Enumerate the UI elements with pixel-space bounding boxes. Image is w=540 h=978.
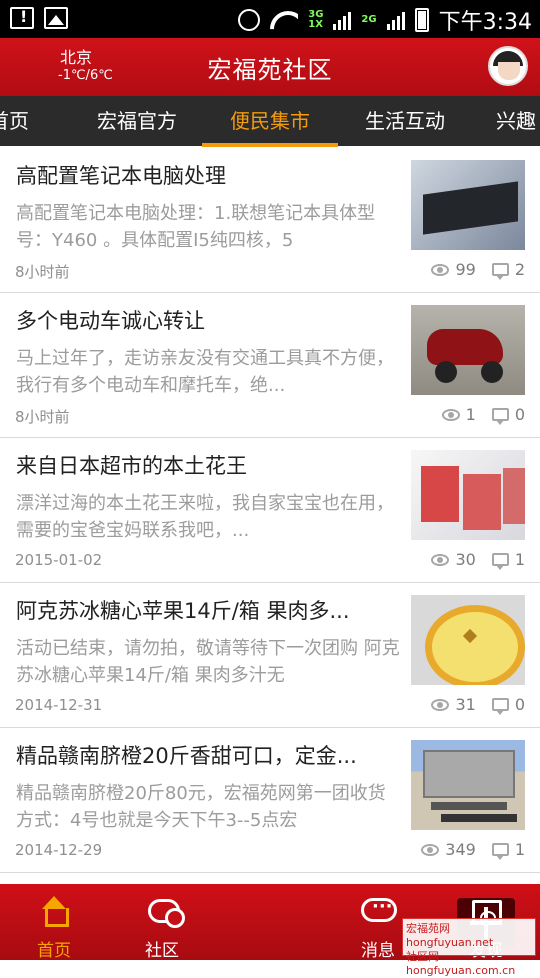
post-description: 马上过年了，走访亲友没有交通工具真不方便，我行有多个电动车和摩托车，绝... [16, 348, 394, 396]
boxes-image[interactable] [411, 450, 525, 540]
post-description: 漂洋过海的本土花王来啦，我自家宝宝也在用，需要的宝爸宝妈联系我吧，... [16, 493, 394, 541]
post-stats: 30 1 [431, 550, 525, 570]
post-stats: 1 0 [441, 405, 525, 425]
tab-home[interactable]: 首页 [0, 96, 39, 146]
post-title[interactable]: 高配置笔记本电脑处理 [16, 160, 396, 190]
view-count: 99 [455, 260, 476, 279]
post-title[interactable]: 多个电动车诚心转让 [16, 305, 396, 335]
street-image[interactable] [411, 740, 525, 830]
comment-icon [491, 698, 509, 715]
list-item[interactable]: 阿克苏冰糖心苹果14斤/箱 果肉多... 活动已结束，请勿拍，敬请等待下一次团购… [0, 583, 540, 728]
list-item[interactable]: 精品赣南脐橙20斤香甜可口，定金... 精品赣南脐橙20斤80元，宏福苑网第一团… [0, 728, 540, 873]
post-list[interactable]: 高配置笔记本电脑处理 高配置笔记本电脑处理：1.联想笔记本具体型号：Y460 。… [0, 148, 540, 884]
signal-icon-2 [386, 10, 405, 30]
post-title[interactable]: 阿克苏冰糖心苹果14斤/箱 果肉多... [16, 595, 396, 625]
image-icon [44, 7, 68, 29]
eye-icon [421, 843, 440, 856]
tab-market[interactable]: 便民集市 [202, 96, 338, 146]
comment-icon [491, 408, 509, 425]
status-bar: 3G 1X 2G 下午3:34 [0, 0, 540, 38]
tab-interest[interactable]: 兴趣 [486, 96, 540, 146]
comment-count: 0 [514, 695, 525, 714]
comment-icon [491, 553, 509, 570]
comment-icon [491, 263, 509, 280]
post-description: 活动已结束，请勿拍，敬请等待下一次团购 阿克苏冰糖心苹果14斤/箱 果肉多汁无 [16, 638, 400, 686]
wifi-icon [270, 9, 298, 31]
post-description: 高配置笔记本电脑处理：1.联想笔记本具体型号：Y460 。具体配置I5纯四核，5 [16, 203, 376, 251]
chat-bubbles-icon [148, 899, 185, 928]
post-date: 8小时前 [15, 408, 70, 426]
eye-icon [441, 408, 460, 421]
home-icon [39, 896, 69, 927]
nav-home-label: 首页 [37, 941, 71, 961]
nav-add[interactable] [216, 884, 515, 960]
battery-icon [414, 8, 429, 32]
eye-icon [431, 263, 450, 276]
category-tabs: 首页 宏福官方 便民集市 生活互动 兴趣 [0, 96, 540, 146]
nav-community[interactable]: 社区 [108, 884, 216, 961]
post-date: 2014-12-31 [15, 696, 103, 714]
tab-interaction[interactable]: 生活互动 [350, 96, 460, 146]
comment-icon [491, 843, 509, 860]
nav-home[interactable]: 首页 [0, 884, 108, 961]
post-description: 精品赣南脐橙20斤80元，宏福苑网第一团收货方式：4号也就是今天下午3--5点宏 [16, 783, 386, 831]
eye-icon [431, 553, 450, 566]
post-stats: 349 1 [421, 840, 525, 860]
app-header: 北京 -1℃/6℃ 宏福苑社区 [0, 38, 540, 96]
avatar[interactable] [488, 46, 528, 86]
network-2g-label: 2G [361, 14, 377, 25]
view-count: 30 [455, 550, 476, 569]
post-date: 2015-01-02 [15, 551, 103, 569]
page-title: 宏福苑社区 [207, 56, 333, 84]
post-title[interactable]: 来自日本超市的本土花王 [16, 450, 396, 480]
post-date: 8小时前 [15, 263, 70, 281]
view-count: 31 [455, 695, 476, 714]
warning-icon [10, 7, 34, 29]
view-count: 1 [465, 405, 476, 424]
eye-icon [431, 698, 450, 711]
post-title[interactable]: 精品赣南脐橙20斤香甜可口，定金... [16, 740, 396, 770]
view-count: 349 [445, 840, 476, 859]
nav-community-label: 社区 [145, 941, 179, 961]
post-stats: 31 0 [431, 695, 525, 715]
watermark-line-1: 宏福苑网 hongfuyuan.net [406, 922, 494, 949]
comment-count: 1 [514, 550, 525, 569]
comment-count: 1 [514, 840, 525, 859]
watermark: 宏福苑网 hongfuyuan.net 社区网hongfuyuan.com.cn [402, 918, 536, 977]
status-time: 下午3:34 [438, 10, 532, 35]
post-date: 2014-12-29 [15, 841, 103, 859]
signal-icon [333, 10, 352, 30]
comment-count: 0 [514, 405, 525, 424]
scooter-image[interactable] [411, 305, 525, 395]
apple-image[interactable] [411, 595, 525, 685]
alarm-icon [238, 9, 261, 31]
laptop-image[interactable] [411, 160, 525, 250]
comment-count: 2 [514, 260, 525, 279]
list-item[interactable]: 高配置笔记本电脑处理 高配置笔记本电脑处理：1.联想笔记本具体型号：Y460 。… [0, 148, 540, 293]
list-item[interactable]: 多个电动车诚心转让 马上过年了，走访亲友没有交通工具真不方便，我行有多个电动车和… [0, 293, 540, 438]
watermark-line-2: 社区网hongfuyuan.com.cn [406, 950, 516, 977]
post-stats: 99 2 [431, 260, 525, 280]
tab-official[interactable]: 宏福官方 [82, 96, 192, 146]
active-tab-indicator [202, 143, 338, 147]
list-item[interactable]: 来自日本超市的本土花王 漂洋过海的本土花王来啦，我自家宝宝也在用，需要的宝爸宝妈… [0, 438, 540, 583]
message-icon [361, 896, 397, 922]
network-indicator: 3G 1X [308, 9, 324, 30]
